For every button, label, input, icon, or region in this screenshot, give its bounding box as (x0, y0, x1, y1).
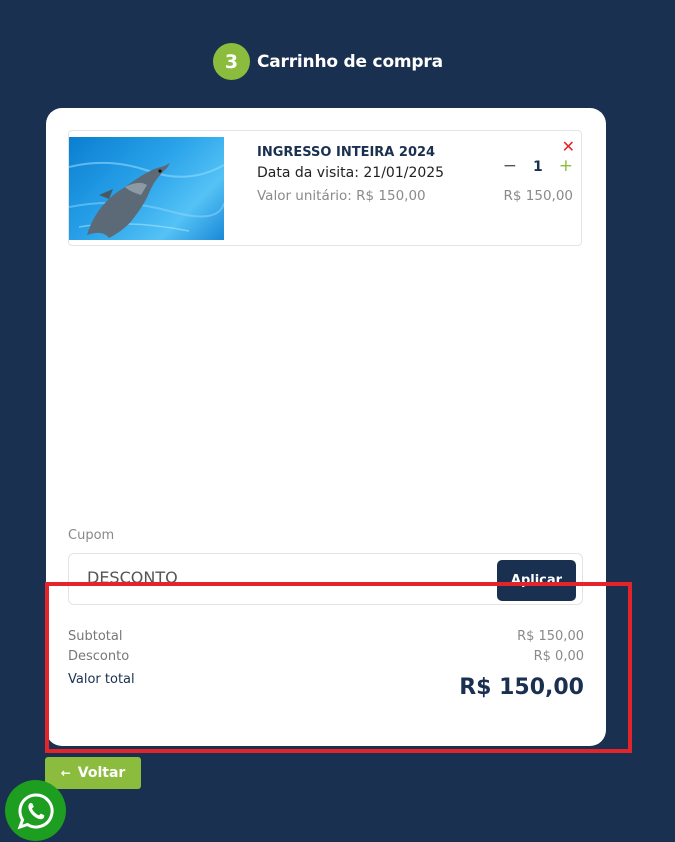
total-label: Valor total (68, 672, 135, 687)
discount-label: Desconto (68, 649, 130, 664)
back-button-label: Voltar (77, 765, 126, 781)
close-icon[interactable]: ✕ (562, 139, 575, 155)
subtotal-label: Subtotal (68, 629, 123, 644)
page-title: Carrinho de compra (257, 51, 443, 72)
step-number-badge: 3 (213, 43, 250, 80)
whatsapp-icon[interactable] (5, 780, 66, 841)
visit-date: Data da visita: 21/01/2025 (257, 165, 445, 181)
coupon-input[interactable] (87, 568, 387, 587)
minus-icon[interactable]: − (503, 158, 517, 175)
coupon-field: Aplicar (68, 553, 583, 605)
arrow-left-icon: ← (60, 766, 71, 780)
back-button[interactable]: ← Voltar (45, 757, 141, 789)
cart-card: INGRESSO INTEIRA 2024 Data da visita: 21… (46, 108, 606, 746)
unit-price: Valor unitário: R$ 150,00 (257, 188, 426, 204)
total-value: R$ 150,00 (459, 675, 584, 700)
quantity-value: 1 (533, 158, 543, 175)
cart-item: INGRESSO INTEIRA 2024 Data da visita: 21… (68, 130, 582, 246)
checkout-step-header: 3 Carrinho de compra (213, 43, 443, 80)
coupon-label: Cupom (68, 528, 115, 543)
plus-icon[interactable]: + (559, 158, 573, 175)
discount-value: R$ 0,00 (533, 649, 584, 664)
subtotal-value: R$ 150,00 (517, 629, 584, 644)
item-name: INGRESSO INTEIRA 2024 (257, 145, 436, 160)
item-total-price: R$ 150,00 (503, 188, 574, 204)
product-image (69, 137, 224, 240)
apply-coupon-button[interactable]: Aplicar (497, 560, 576, 601)
quantity-stepper: − 1 + (503, 158, 573, 175)
